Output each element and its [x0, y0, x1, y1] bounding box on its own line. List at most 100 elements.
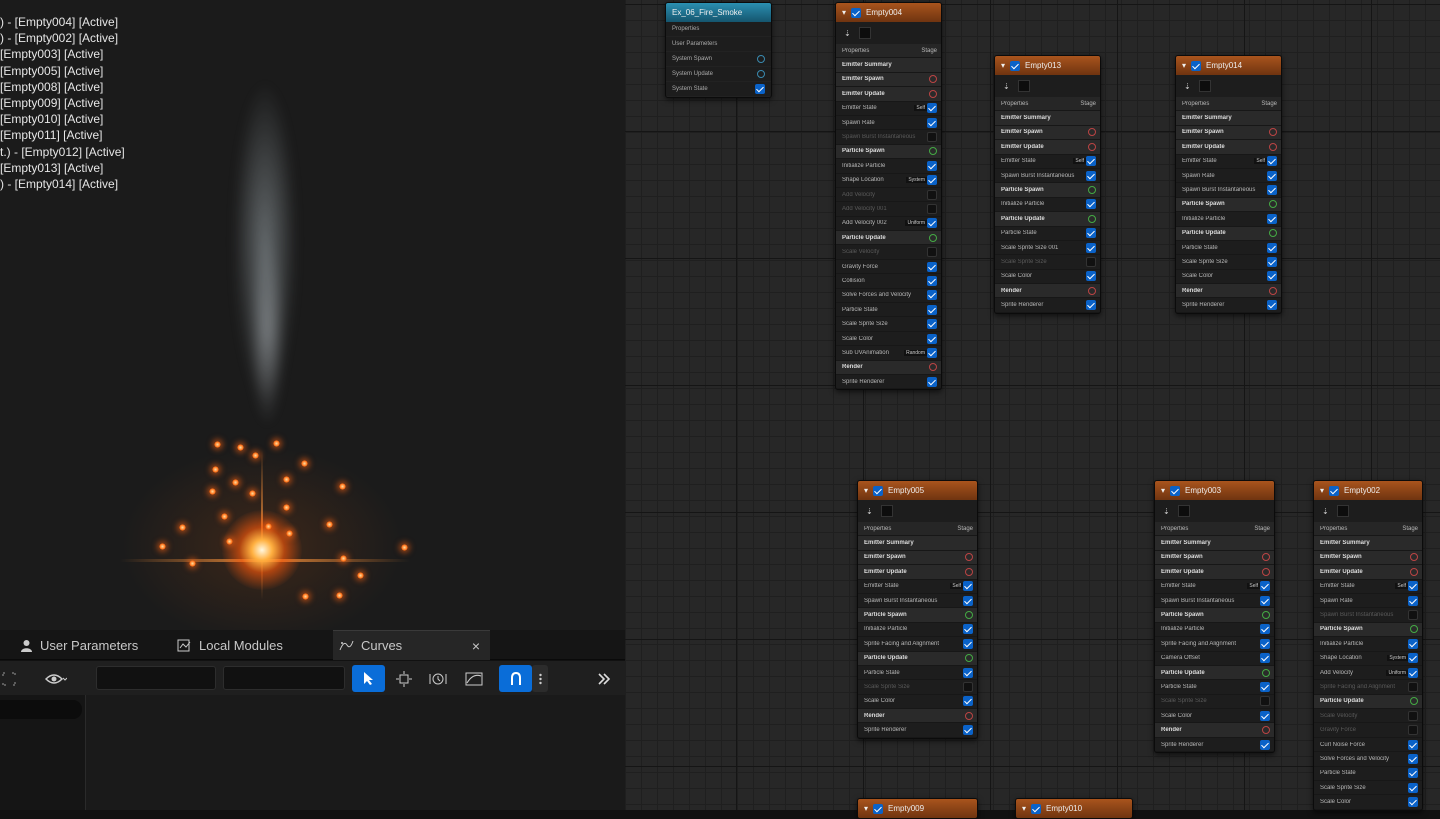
emitter-enable-checkbox[interactable] — [873, 485, 884, 496]
module-row[interactable]: Spawn Burst Instantaneous — [1176, 183, 1281, 198]
module-row[interactable]: Add Velocity 002 Uniform — [836, 217, 941, 232]
module-enable-checkbox[interactable] — [1408, 725, 1418, 736]
stack-section-row[interactable]: Render — [858, 709, 977, 724]
emitter-node[interactable]: ▾ Empty002 ⇣ Properties Stage Emitter Summary… — [1313, 480, 1423, 811]
collapse-chevron-icon[interactable]: ▾ — [1320, 486, 1324, 495]
stack-section-row[interactable]: Emitter Spawn — [1155, 550, 1274, 566]
collapse-chevron-icon[interactable]: ▾ — [1001, 61, 1005, 70]
module-row[interactable]: Emitter State Self — [1155, 580, 1274, 594]
system-node-row[interactable]: System State — [666, 82, 771, 97]
module-row[interactable]: Solve Forces and Velocity — [1314, 752, 1422, 767]
system-node-row[interactable]: System Spawn — [666, 52, 771, 67]
transform-tool-button[interactable] — [389, 665, 419, 692]
add-module-icon[interactable] — [1088, 214, 1096, 223]
stack-section-row[interactable]: Emitter Update — [995, 140, 1100, 155]
module-row[interactable]: Particle State — [858, 666, 977, 681]
add-module-icon[interactable] — [1262, 611, 1270, 620]
pin-icon[interactable]: ⇣ — [866, 507, 873, 516]
pin-icon[interactable]: ⇣ — [844, 29, 851, 38]
stack-section-row[interactable]: Particle Spawn — [995, 183, 1100, 198]
module-row[interactable]: Collision — [836, 274, 941, 289]
add-module-icon[interactable] — [929, 233, 937, 242]
stage-button[interactable]: Stage — [957, 526, 973, 532]
module-enable-checkbox[interactable] — [927, 103, 937, 114]
stack-section-row[interactable]: Emitter Update — [1314, 565, 1422, 580]
emitter-node[interactable]: ▾ Empty005 ⇣ Properties Stage Emitter Summary… — [857, 480, 978, 739]
module-row[interactable]: Sprite Renderer — [836, 375, 941, 390]
add-module-icon[interactable] — [965, 711, 973, 720]
module-enable-checkbox[interactable] — [1086, 199, 1096, 210]
add-module-icon[interactable] — [965, 654, 973, 663]
module-row[interactable]: Curl Noise Force — [1314, 738, 1422, 753]
system-node-row[interactable]: User Parameters — [666, 37, 771, 52]
stack-section-row[interactable]: Render — [1176, 284, 1281, 299]
module-row[interactable]: Initialize Particle — [836, 159, 941, 174]
add-module-icon[interactable] — [1269, 229, 1277, 238]
module-row[interactable]: Gravity Force — [1314, 723, 1422, 738]
tab-local-modules[interactable]: Local Modules — [177, 630, 327, 660]
properties-row[interactable]: Properties Stage — [995, 97, 1100, 112]
retime-tool-button[interactable] — [423, 665, 453, 692]
stack-section-row[interactable]: Emitter Spawn — [1176, 125, 1281, 141]
module-row[interactable]: Initialize Particle — [1176, 212, 1281, 227]
module-enable-checkbox[interactable] — [1260, 653, 1270, 664]
pin-icon[interactable]: ⇣ — [1163, 507, 1170, 516]
emitter-node[interactable]: ▾ Empty013 ⇣ Properties Stage Emitter Summary… — [994, 55, 1101, 314]
system-node[interactable]: Ex_06_Fire_Smoke Properties User Paramete… — [665, 2, 772, 98]
module-enable-checkbox[interactable] — [1267, 185, 1277, 196]
stack-section-row[interactable]: Particle Spawn — [1155, 608, 1274, 623]
module-enable-checkbox[interactable] — [1408, 710, 1418, 721]
stack-section-row[interactable]: Emitter Update — [858, 565, 977, 580]
module-row[interactable]: Camera Offset — [1155, 652, 1274, 666]
stack-section-row[interactable]: Particle Spawn — [1314, 622, 1422, 638]
collapse-chevron-icon[interactable]: ▾ — [1182, 61, 1186, 70]
module-enable-checkbox[interactable] — [1408, 768, 1418, 779]
add-module-icon[interactable] — [965, 567, 973, 576]
module-enable-checkbox[interactable] — [1260, 696, 1270, 707]
module-enable-checkbox[interactable] — [1267, 170, 1277, 181]
properties-row[interactable]: Properties Stage — [1176, 97, 1281, 112]
add-module-icon[interactable] — [1088, 142, 1096, 151]
stack-section-row[interactable]: Render — [995, 284, 1100, 299]
stack-section-row[interactable]: Emitter Update — [1155, 565, 1274, 580]
module-row[interactable]: Scale Sprite Size — [1155, 695, 1274, 710]
module-row[interactable]: Scale Sprite Size — [1176, 255, 1281, 270]
stack-section-row[interactable]: Particle Update — [995, 212, 1100, 227]
module-enable-checkbox[interactable] — [963, 696, 973, 707]
module-enable-checkbox[interactable] — [927, 261, 937, 272]
module-enable-checkbox[interactable] — [927, 376, 937, 387]
collapse-chevron-icon[interactable]: ▾ — [1161, 486, 1165, 495]
module-enable-checkbox[interactable] — [927, 275, 937, 286]
module-enable-checkbox[interactable] — [1260, 638, 1270, 649]
curve-tool-button[interactable] — [459, 665, 489, 692]
module-enable-checkbox[interactable] — [1086, 228, 1096, 239]
emitter-summary-row[interactable]: Emitter Summary — [858, 536, 977, 551]
stage-button[interactable]: Stage — [921, 48, 937, 54]
stage-button[interactable]: Stage — [1254, 526, 1270, 532]
module-row[interactable]: Scale Sprite Size 001 — [995, 241, 1100, 256]
stack-section-row[interactable]: Render — [1155, 723, 1274, 738]
module-row[interactable]: Spawn Burst Instantaneous — [1314, 608, 1422, 623]
module-row[interactable]: Scale Color — [995, 270, 1100, 285]
enable-checkbox[interactable] — [755, 84, 765, 94]
module-enable-checkbox[interactable] — [1086, 156, 1096, 167]
module-row[interactable]: Particle State — [995, 227, 1100, 241]
system-overview-graph[interactable]: Ex_06_Fire_Smoke Properties User Paramete… — [625, 0, 1440, 819]
properties-row[interactable]: Properties Stage — [1314, 522, 1422, 537]
stage-button[interactable]: Stage — [1402, 526, 1418, 532]
stack-section-row[interactable]: Particle Update — [836, 231, 941, 246]
module-row[interactable]: Shape Location System — [836, 174, 941, 188]
emitter-enable-checkbox[interactable] — [1329, 485, 1340, 496]
properties-row[interactable]: Properties Stage — [1155, 522, 1274, 537]
stack-section-row[interactable]: Particle Update — [1176, 226, 1281, 241]
curve-editor-area[interactable] — [0, 695, 625, 810]
module-enable-checkbox[interactable] — [963, 624, 973, 635]
module-row[interactable]: Scale Velocity — [1314, 709, 1422, 724]
snap-toggle-button[interactable] — [499, 665, 532, 692]
stack-section-row[interactable]: Particle Update — [1155, 665, 1274, 681]
emitter-enable-checkbox[interactable] — [1191, 60, 1202, 71]
add-module-icon[interactable] — [1262, 567, 1270, 576]
tab-user-parameters[interactable]: User Parameters — [20, 630, 170, 660]
add-module-icon[interactable] — [929, 75, 937, 84]
add-module-icon[interactable] — [1088, 186, 1096, 195]
